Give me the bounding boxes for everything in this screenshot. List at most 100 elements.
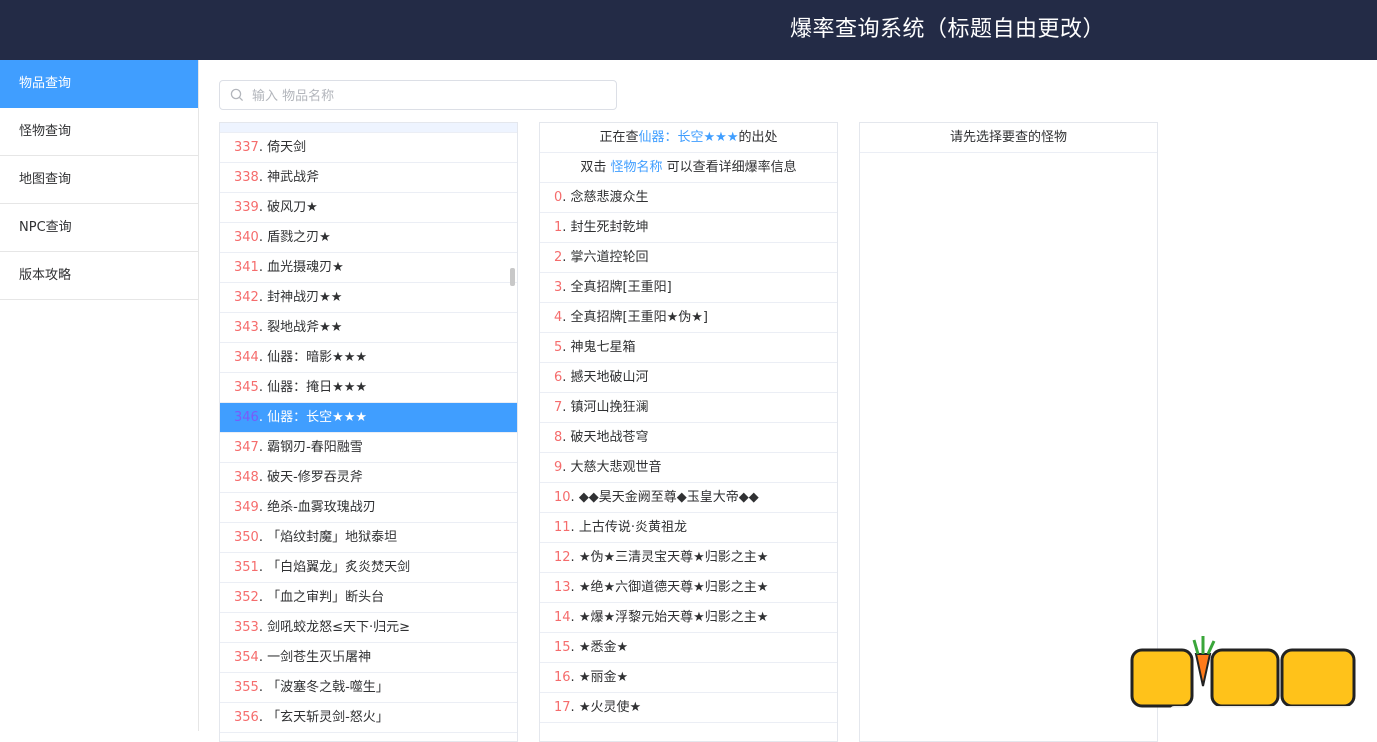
item-row[interactable]: 348. 破天-修罗吞灵斧 xyxy=(220,463,517,493)
monster-index-separator: . xyxy=(562,430,571,445)
monster-row[interactable]: 12. ★伪★三清灵宝天尊★归影之主★ xyxy=(540,543,837,573)
item-row[interactable]: 346. 仙器：长空★★★ xyxy=(220,403,517,433)
item-index-separator: . xyxy=(258,230,268,245)
monster-row[interactable]: 16. ★丽金★ xyxy=(540,663,837,693)
item-row[interactable]: 340. 盾戮之刃★ xyxy=(220,223,517,253)
monster-name: 念慈悲渡众生 xyxy=(570,190,649,205)
item-row[interactable]: 355. 「波塞冬之戟-噬生」 xyxy=(220,673,517,703)
monster-index-separator: . xyxy=(562,460,571,475)
item-index: 342 xyxy=(234,290,259,305)
item-row[interactable]: 337. 倚天剑 xyxy=(220,133,517,163)
item-name: 「玄天斩灵剑-怒火」 xyxy=(267,710,389,725)
monster-index: 16 xyxy=(554,670,571,685)
item-name: 「焰纹封魔」地狱泰坦 xyxy=(267,530,398,545)
item-row[interactable]: 344. 仙器：暗影★★★ xyxy=(220,343,517,373)
item-name: 「波塞冬之戟-噬生」 xyxy=(267,680,389,695)
monster-name: ◆◆昊天金阙至尊◆玉皇大帝◆◆ xyxy=(578,490,759,505)
item-index-separator: . xyxy=(258,710,268,725)
monster-row[interactable]: 0. 念慈悲渡众生 xyxy=(540,183,837,213)
monster-index-separator: . xyxy=(570,490,579,505)
item-name: 倚天剑 xyxy=(267,140,307,155)
monster-row[interactable]: 7. 镇河山挽狂澜 xyxy=(540,393,837,423)
monster-row[interactable]: 13. ★绝★六御道德天尊★归影之主★ xyxy=(540,573,837,603)
monster-name: 上古传说·炎黄祖龙 xyxy=(578,520,687,535)
monster-row[interactable]: 8. 破天地战苍穹 xyxy=(540,423,837,453)
item-name: 神武战斧 xyxy=(267,170,320,185)
item-name: 「白焰翼龙」炙炎焚天剑 xyxy=(267,560,411,575)
item-name: 一剑苍生灭卐屠神 xyxy=(267,650,372,665)
hint-link: 怪物名称 xyxy=(610,160,663,175)
monster-row[interactable]: 4. 全真招牌[王重阳★伪★] xyxy=(540,303,837,333)
item-row[interactable]: 341. 血光摄魂刃★ xyxy=(220,253,517,283)
item-row[interactable]: 345. 仙器：掩日★★★ xyxy=(220,373,517,403)
monster-name: ★绝★六御道德天尊★归影之主★ xyxy=(578,580,769,595)
monster-panel-hint: 双击 怪物名称 可以查看详细爆率信息 xyxy=(540,153,837,183)
monster-index-separator: . xyxy=(570,640,579,655)
item-index: 356 xyxy=(234,710,259,725)
monster-row[interactable]: 10. ◆◆昊天金阙至尊◆玉皇大帝◆◆ xyxy=(540,483,837,513)
item-row[interactable]: 352. 「血之审判」断头台 xyxy=(220,583,517,613)
monster-row[interactable]: 5. 神鬼七星箱 xyxy=(540,333,837,363)
monster-row[interactable]: 1. 封生死封乾坤 xyxy=(540,213,837,243)
monster-source-panel: 正在查仙器：长空★★★的出处 双击 怪物名称 可以查看详细爆率信息 0. 念慈悲… xyxy=(539,122,838,742)
monster-index: 11 xyxy=(554,520,571,535)
item-name: 裂地战斧★★ xyxy=(267,320,343,335)
sidebar-item-map-query[interactable]: 地图查询 xyxy=(0,156,198,204)
item-name: 血光摄魂刃★ xyxy=(267,260,344,275)
item-index: 343 xyxy=(234,320,259,335)
item-row[interactable]: 350. 「焰纹封魔」地狱泰坦 xyxy=(220,523,517,553)
monster-row[interactable]: 14. ★爆★浮黎元始天尊★归影之主★ xyxy=(540,603,837,633)
item-index-separator: . xyxy=(258,290,268,305)
item-name: 盾戮之刃★ xyxy=(267,230,331,245)
search-box[interactable] xyxy=(219,80,617,110)
item-index: 337 xyxy=(234,140,259,155)
logo-block-3 xyxy=(1280,648,1356,708)
item-row[interactable]: 356. 「玄天斩灵剑-怒火」 xyxy=(220,703,517,733)
monster-row[interactable]: 6. 撼天地破山河 xyxy=(540,363,837,393)
item-index-separator: . xyxy=(258,200,268,215)
sidebar-item-monster-query[interactable]: 怪物查询 xyxy=(0,108,198,156)
monster-name: 全真招牌[王重阳] xyxy=(570,280,672,295)
monster-row[interactable]: 9. 大慈大悲观世音 xyxy=(540,453,837,483)
monster-name: 镇河山挽狂澜 xyxy=(570,400,649,415)
search-input[interactable] xyxy=(250,83,614,109)
monster-row[interactable]: 11. 上古传说·炎黄祖龙 xyxy=(540,513,837,543)
sidebar-item-item-query[interactable]: 物品查询 xyxy=(0,60,198,108)
monster-row[interactable]: 15. ★悉金★ xyxy=(540,633,837,663)
list-scrollbar-thumb[interactable] xyxy=(510,268,515,286)
monster-row[interactable]: 2. 掌六道控轮回 xyxy=(540,243,837,273)
item-row[interactable]: 347. 霸钢刃-春阳融雪 xyxy=(220,433,517,463)
search-icon xyxy=(230,88,244,102)
monster-row[interactable]: 3. 全真招牌[王重阳] xyxy=(540,273,837,303)
monster-name: 封生死封乾坤 xyxy=(570,220,649,235)
item-index-separator: . xyxy=(258,680,268,695)
item-row[interactable]: 351. 「白焰翼龙」炙炎焚天剑 xyxy=(220,553,517,583)
item-row[interactable]: 353. 剑吼蛟龙怒≤天下·归元≥ xyxy=(220,613,517,643)
header-suffix: 的出处 xyxy=(738,130,778,145)
sidebar-item-version-guide[interactable]: 版本攻略 xyxy=(0,252,198,300)
monster-index: 13 xyxy=(554,580,571,595)
sidebar-nav: 物品查询 怪物查询 地图查询 NPC查询 版本攻略 xyxy=(0,60,199,731)
header-prefix: 正在查 xyxy=(599,130,639,145)
partial-row-text: — - · xyxy=(266,123,294,128)
item-index-separator: . xyxy=(258,530,268,545)
item-row[interactable]: 354. 一剑苍生灭卐屠神 xyxy=(220,643,517,673)
item-row[interactable]: 339. 破风刀★ xyxy=(220,193,517,223)
item-row[interactable]: 338. 神武战斧 xyxy=(220,163,517,193)
item-index-separator: . xyxy=(258,650,268,665)
monster-row[interactable]: 17. ★火灵使★ xyxy=(540,693,837,723)
item-list-panel[interactable]: — - · 337. 倚天剑338. 神武战斧339. 破风刀★340. 盾戮之… xyxy=(219,122,518,742)
item-index-separator: . xyxy=(258,470,268,485)
hint-suffix: 可以查看详细爆率信息 xyxy=(666,160,797,175)
monster-index-separator: . xyxy=(570,670,579,685)
monster-list: 0. 念慈悲渡众生 1. 封生死封乾坤 2. 掌六道控轮回 3. 全真招牌[王重阳] 4… xyxy=(540,183,837,723)
sidebar-item-npc-query[interactable]: NPC查询 xyxy=(0,204,198,252)
list-item-partial[interactable]: — - · xyxy=(220,123,517,133)
item-list: 337. 倚天剑 338. 神武战斧 339. 破风刀★ 340. 盾戮之刃★ 341.… xyxy=(220,133,517,733)
item-row[interactable]: 343. 裂地战斧★★ xyxy=(220,313,517,343)
item-row[interactable]: 342. 封神战刃★★ xyxy=(220,283,517,313)
monster-index-separator: . xyxy=(570,550,579,565)
item-index-separator: . xyxy=(258,410,268,425)
item-index: 347 xyxy=(234,440,259,455)
item-row[interactable]: 349. 绝杀-血雾玫瑰战刃 xyxy=(220,493,517,523)
